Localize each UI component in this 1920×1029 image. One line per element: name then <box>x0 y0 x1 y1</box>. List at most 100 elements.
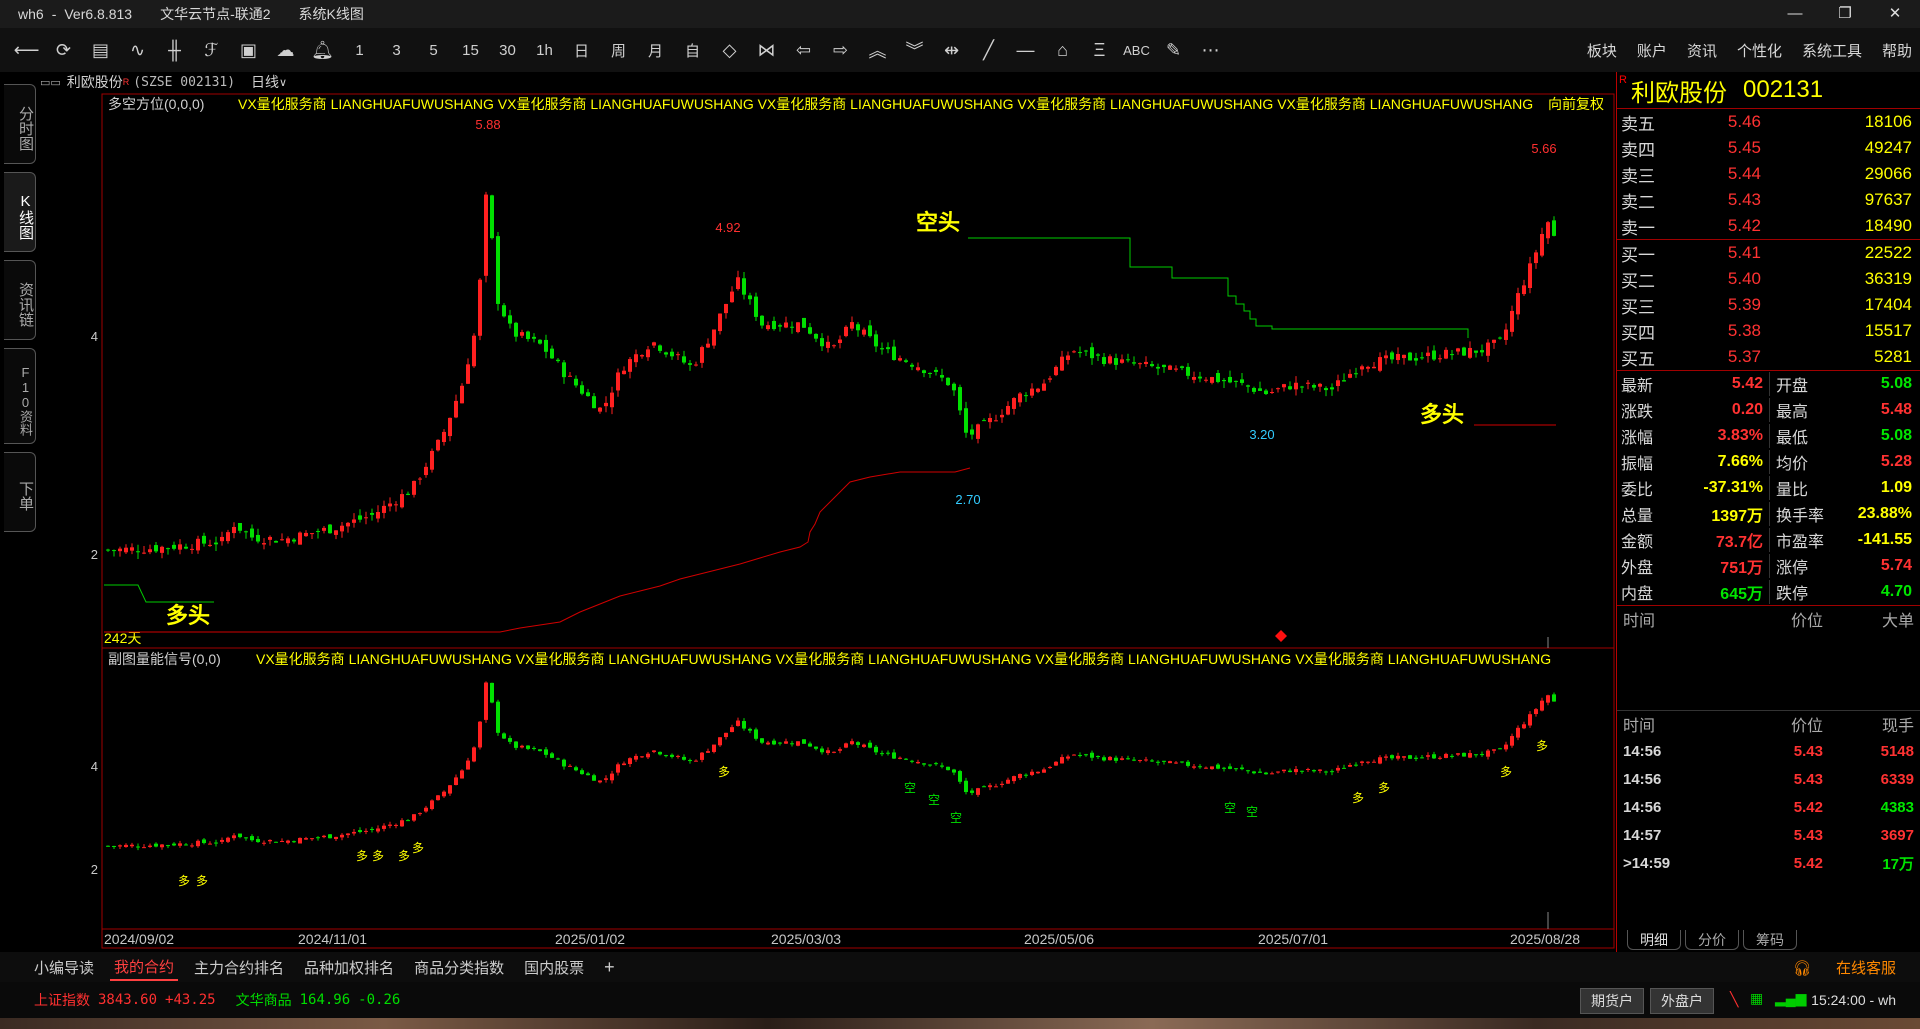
bid-row[interactable]: 买五 5.37 5281 <box>1617 344 1920 370</box>
tab-detail[interactable]: 明细 <box>1627 930 1681 950</box>
up-chevron-icon[interactable]: ︽ <box>859 32 896 68</box>
main-candle <box>556 359 560 362</box>
zoom-out-icon[interactable]: ⋈ <box>748 32 785 68</box>
main-candle <box>718 313 722 332</box>
tab-price-dist[interactable]: 分价 <box>1685 930 1739 950</box>
bar-chart-icon[interactable]: ╫ <box>156 32 193 68</box>
stat-row: 委比 -37.31% 量比 1.09 <box>1617 475 1920 501</box>
sub-candle <box>862 744 866 747</box>
main-candle <box>1474 350 1478 353</box>
period-3[interactable]: 3 <box>378 32 415 68</box>
bid-row[interactable]: 买三 5.39 17404 <box>1617 292 1920 318</box>
monitor-icon[interactable]: ▦ <box>1750 990 1763 1007</box>
text-tool[interactable]: ABC <box>1118 32 1155 68</box>
quote-title: R 利欧股份 002131 <box>1619 74 1824 107</box>
move-right-icon[interactable]: ⇨ <box>822 32 859 68</box>
ask-row[interactable]: 卖二 5.43 97637 <box>1617 187 1920 213</box>
bell-icon[interactable]: 🔔︎ <box>304 32 341 68</box>
more-icon[interactable]: ⋯ <box>1192 32 1229 68</box>
period-month[interactable]: 月 <box>637 32 674 68</box>
menu-sector[interactable]: 板块 <box>1587 40 1617 61</box>
ask-row[interactable]: 卖五 5.46 18106 <box>1617 109 1920 135</box>
menu-help[interactable]: 帮助 <box>1882 40 1912 61</box>
index2-name[interactable]: 文华商品 <box>236 990 292 1010</box>
main-candle <box>574 378 578 386</box>
tab-domestic-stocks[interactable]: 国内股票 <box>520 955 588 980</box>
bid-row[interactable]: 买一 5.41 22522 <box>1617 240 1920 266</box>
tab-commodity-index[interactable]: 商品分类指数 <box>410 955 508 980</box>
menu-personalize[interactable]: 个性化 <box>1737 40 1782 61</box>
sub-candle <box>1006 779 1010 784</box>
stat-label: 外盘 <box>1621 560 1654 577</box>
tab-main-contract-rank[interactable]: 主力合约排名 <box>190 955 288 980</box>
tab-my-contracts[interactable]: 我的合约 <box>110 954 179 981</box>
main-candle <box>940 375 944 378</box>
bid-row[interactable]: 买二 5.40 36319 <box>1617 266 1920 292</box>
bid-row[interactable]: 买四 5.38 15517 <box>1617 318 1920 344</box>
online-service[interactable]: 🎧︎ 在线客服 <box>1773 955 1904 980</box>
sub-candle <box>478 721 482 748</box>
menu-news[interactable]: 资讯 <box>1687 40 1717 61</box>
zoom-in-icon[interactable]: ◇ <box>711 32 748 68</box>
menu-system-tools[interactable]: 系统工具 <box>1802 40 1862 61</box>
sub-indicator-label: 副图量能信号(0,0) <box>108 651 221 667</box>
ask-row[interactable]: 卖一 5.42 18490 <box>1617 213 1920 239</box>
chevron-down-icon[interactable]: ∨ <box>279 76 287 89</box>
period-30[interactable]: 30 <box>489 32 526 68</box>
down-chevron-icon[interactable]: ︾ <box>896 32 933 68</box>
kline-chart[interactable]: 多空方位(0,0,0) VX量化服务商 LIANGHUAFUWUSHANG VX… <box>0 92 1616 952</box>
pen-icon[interactable]: ✎ <box>1155 32 1192 68</box>
main-candle <box>994 420 998 422</box>
menu-account[interactable]: 账户 <box>1637 40 1667 61</box>
tab-editor-guide[interactable]: 小编导读 <box>30 955 98 980</box>
main-candle <box>928 372 932 374</box>
line-chart-icon[interactable]: ∿ <box>119 32 156 68</box>
period-week[interactable]: 周 <box>600 32 637 68</box>
refresh-icon[interactable]: ⟳ <box>45 32 82 68</box>
home-icon[interactable]: ⌂ <box>1044 32 1081 68</box>
move-left-icon[interactable]: ⇦ <box>785 32 822 68</box>
main-candle <box>754 296 758 317</box>
cross-cursor-icon[interactable]: ⇹ <box>933 32 970 68</box>
cloud-icon[interactable]: ☁ <box>267 32 304 68</box>
sub-candle <box>196 840 200 847</box>
tab-chips[interactable]: 筹码 <box>1743 930 1797 950</box>
main-candle <box>808 327 812 334</box>
horizontal-line-icon[interactable]: — <box>1007 32 1044 68</box>
minimize-button[interactable]: — <box>1770 0 1820 28</box>
tab-weighted-rank[interactable]: 品种加权排名 <box>300 955 398 980</box>
main-candle <box>898 358 902 361</box>
futures-account-button[interactable]: 期货户 <box>1580 988 1644 1014</box>
add-tab-icon[interactable]: + <box>600 955 619 980</box>
link-icon[interactable]: ▭▭ <box>40 76 61 89</box>
restore-button[interactable]: ❐ <box>1820 0 1870 28</box>
main-candle <box>1522 285 1526 295</box>
fib-icon[interactable]: Ξ <box>1081 32 1118 68</box>
sub-candle <box>1246 770 1250 772</box>
main-candle <box>1078 352 1082 354</box>
stat-value: 1397万 <box>1711 508 1763 525</box>
draw-line-icon[interactable]: ╱ <box>970 32 1007 68</box>
period-1h[interactable]: 1h <box>526 32 563 68</box>
period-1[interactable]: 1 <box>341 32 378 68</box>
list-icon[interactable]: ▤ <box>82 32 119 68</box>
period-select[interactable]: 日线 <box>251 72 279 92</box>
indicator-icon[interactable]: ℱ <box>193 32 230 68</box>
period-custom[interactable]: 自 <box>674 32 711 68</box>
ask-row[interactable]: 卖四 5.45 49247 <box>1617 135 1920 161</box>
close-button[interactable]: ✕ <box>1870 0 1920 28</box>
kline-icon[interactable]: ▣ <box>230 32 267 68</box>
period-15[interactable]: 15 <box>452 32 489 68</box>
sub-candle <box>1438 757 1442 759</box>
foreign-account-button[interactable]: 外盘户 <box>1650 988 1714 1014</box>
main-candle <box>1072 351 1076 353</box>
early-level-line <box>104 584 214 603</box>
period-day[interactable]: 日 <box>563 32 600 68</box>
stat-label: 开盘 <box>1769 372 1843 396</box>
long-label-left: 多头 <box>166 603 210 628</box>
main-candle <box>1288 386 1292 390</box>
period-5[interactable]: 5 <box>415 32 452 68</box>
back-icon[interactable]: ⟵ <box>8 32 45 68</box>
ask-row[interactable]: 卖三 5.44 29066 <box>1617 161 1920 187</box>
index1-name[interactable]: 上证指数 <box>34 990 90 1010</box>
